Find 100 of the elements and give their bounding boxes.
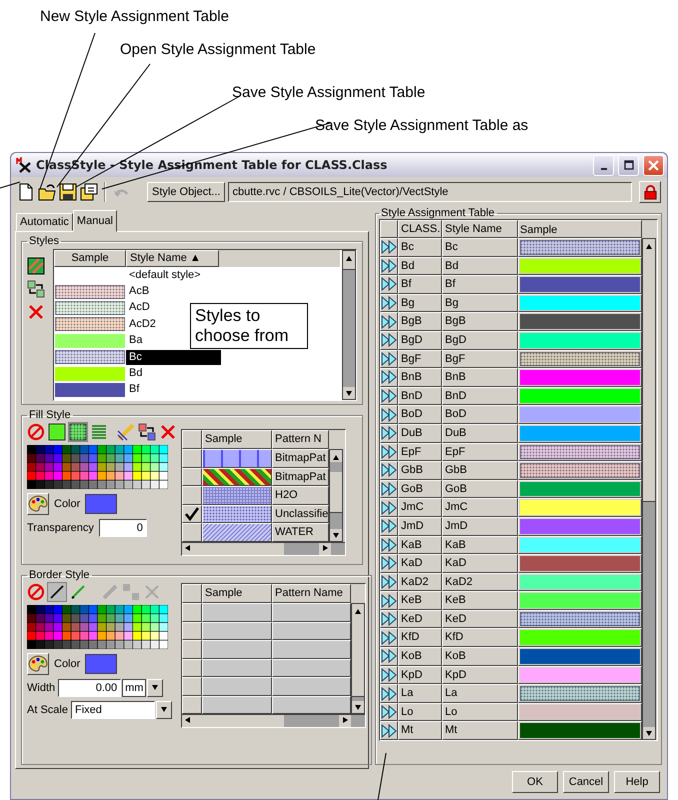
double-arrow-icon[interactable]	[381, 426, 397, 440]
scrollbar[interactable]	[182, 714, 365, 727]
table-cell: KeD	[398, 610, 442, 628]
scrollbar[interactable]	[342, 250, 356, 400]
pattern-fill-icon[interactable]	[69, 423, 87, 441]
style-list-item[interactable]: <default style>	[126, 268, 204, 283]
color-picker-icon[interactable]	[27, 493, 49, 515]
style-list-item[interactable]: Bf	[126, 382, 142, 398]
dropdown-button[interactable]	[156, 701, 172, 719]
folder-icon[interactable]	[38, 183, 56, 201]
dialog-button[interactable]: OK	[512, 771, 558, 793]
column-header[interactable]: Sample	[54, 250, 126, 267]
checkbox[interactable]	[182, 449, 202, 468]
double-arrow-icon[interactable]	[381, 519, 397, 534]
double-arrow-icon[interactable]	[381, 333, 397, 348]
double-arrow-icon[interactable]	[381, 277, 397, 292]
style-list-item[interactable]: Bd	[126, 366, 146, 382]
column-header[interactable]	[380, 220, 398, 238]
table-cell: WATER	[272, 523, 329, 542]
group-title: Styles	[28, 235, 60, 247]
checkbox[interactable]	[182, 486, 202, 504]
color-palette[interactable]	[27, 605, 168, 649]
column-header[interactable]: Sample	[202, 430, 272, 449]
double-arrow-icon[interactable]	[381, 389, 397, 404]
solid-fill-icon[interactable]	[48, 423, 66, 441]
new-style-icon[interactable]	[27, 257, 45, 275]
transparency-field[interactable]: 0	[98, 519, 147, 537]
double-arrow-icon[interactable]	[381, 482, 397, 496]
column-header[interactable]: Sample	[518, 220, 642, 238]
double-arrow-icon[interactable]	[381, 500, 397, 515]
scrollbar[interactable]	[182, 542, 345, 554]
column-header[interactable]: Pattern Name	[272, 584, 351, 603]
copy-style-icon	[122, 583, 140, 601]
column-header[interactable]: Style Name	[442, 220, 518, 238]
double-arrow-icon[interactable]	[381, 630, 397, 645]
scrollbar[interactable]	[642, 238, 656, 740]
double-arrow-icon[interactable]	[381, 444, 397, 459]
maximize-button[interactable]	[618, 154, 639, 176]
style-list-item[interactable]: Ba	[126, 333, 146, 348]
double-arrow-icon[interactable]	[381, 556, 397, 570]
color-swatch[interactable]	[85, 654, 118, 674]
dialog-button[interactable]: Help	[614, 771, 660, 793]
table-cell: Unclassifie	[272, 504, 329, 523]
scrollbar[interactable]	[329, 449, 343, 542]
double-arrow-icon[interactable]	[381, 463, 397, 478]
scale-dropdown[interactable]: Fixed	[70, 701, 155, 719]
double-arrow-icon[interactable]	[381, 240, 397, 254]
double-arrow-icon[interactable]	[381, 314, 397, 329]
double-arrow-icon[interactable]	[381, 668, 397, 682]
column-header[interactable]	[182, 584, 202, 603]
style-list-item[interactable]: AcB	[126, 284, 152, 300]
save-icon[interactable]	[59, 183, 77, 201]
tab[interactable]: Manual	[72, 210, 117, 232]
column-header[interactable]: Sample	[202, 584, 272, 603]
unit-dropdown[interactable]: mm	[122, 679, 146, 697]
checkbox[interactable]	[182, 468, 202, 486]
color-swatch[interactable]	[85, 494, 118, 514]
double-arrow-icon[interactable]	[381, 574, 397, 589]
double-arrow-icon[interactable]	[381, 649, 397, 664]
double-arrow-icon[interactable]	[381, 296, 397, 310]
column-header[interactable]: CLASS.	[398, 220, 442, 238]
dialog-button[interactable]: Cancel	[563, 771, 609, 793]
width-field[interactable]: 0.00	[58, 679, 122, 697]
style-list-item[interactable]: AcD2	[126, 316, 159, 332]
double-arrow-icon[interactable]	[381, 594, 397, 608]
delete-icon[interactable]	[27, 303, 45, 321]
checkbox[interactable]	[182, 523, 202, 542]
double-arrow-icon[interactable]	[381, 705, 397, 720]
style-list-item[interactable]: AcD	[126, 300, 153, 316]
double-arrow-icon[interactable]	[381, 612, 397, 626]
scrollbar[interactable]	[351, 603, 365, 714]
double-arrow-icon[interactable]	[381, 724, 397, 738]
lock-button[interactable]	[639, 181, 661, 203]
column-header[interactable]: Style Name ▲	[126, 250, 219, 267]
copy-style-icon[interactable]	[138, 423, 156, 441]
double-arrow-icon[interactable]	[381, 538, 397, 552]
double-arrow-icon[interactable]	[381, 352, 397, 366]
double-arrow-icon[interactable]	[381, 370, 397, 384]
double-arrow-icon[interactable]	[381, 408, 397, 422]
tab[interactable]: Automatic	[16, 213, 73, 231]
style-object-button[interactable]: Style Object...	[147, 182, 226, 202]
double-arrow-icon[interactable]	[381, 686, 397, 701]
dropdown-button[interactable]	[147, 679, 164, 697]
color-palette[interactable]	[27, 445, 168, 489]
checkbox[interactable]	[182, 504, 202, 523]
table-cell	[202, 696, 272, 714]
column-header[interactable]	[182, 430, 202, 449]
minimize-button[interactable]	[593, 154, 614, 176]
table-cell: La	[442, 684, 518, 703]
copy-style-icon[interactable]	[27, 280, 45, 298]
color-picker-icon[interactable]	[27, 653, 49, 675]
column-header[interactable]: Pattern N	[272, 430, 329, 449]
style-list-item[interactable]: Bc	[126, 350, 221, 365]
table-cell: Mt	[398, 721, 442, 740]
save-as-icon[interactable]	[80, 183, 98, 201]
double-arrow-icon[interactable]	[381, 258, 397, 273]
close-button[interactable]	[643, 154, 664, 176]
new-file-icon[interactable]	[17, 183, 35, 201]
pencil-icon[interactable]	[117, 423, 135, 441]
line-icon[interactable]	[48, 583, 66, 601]
